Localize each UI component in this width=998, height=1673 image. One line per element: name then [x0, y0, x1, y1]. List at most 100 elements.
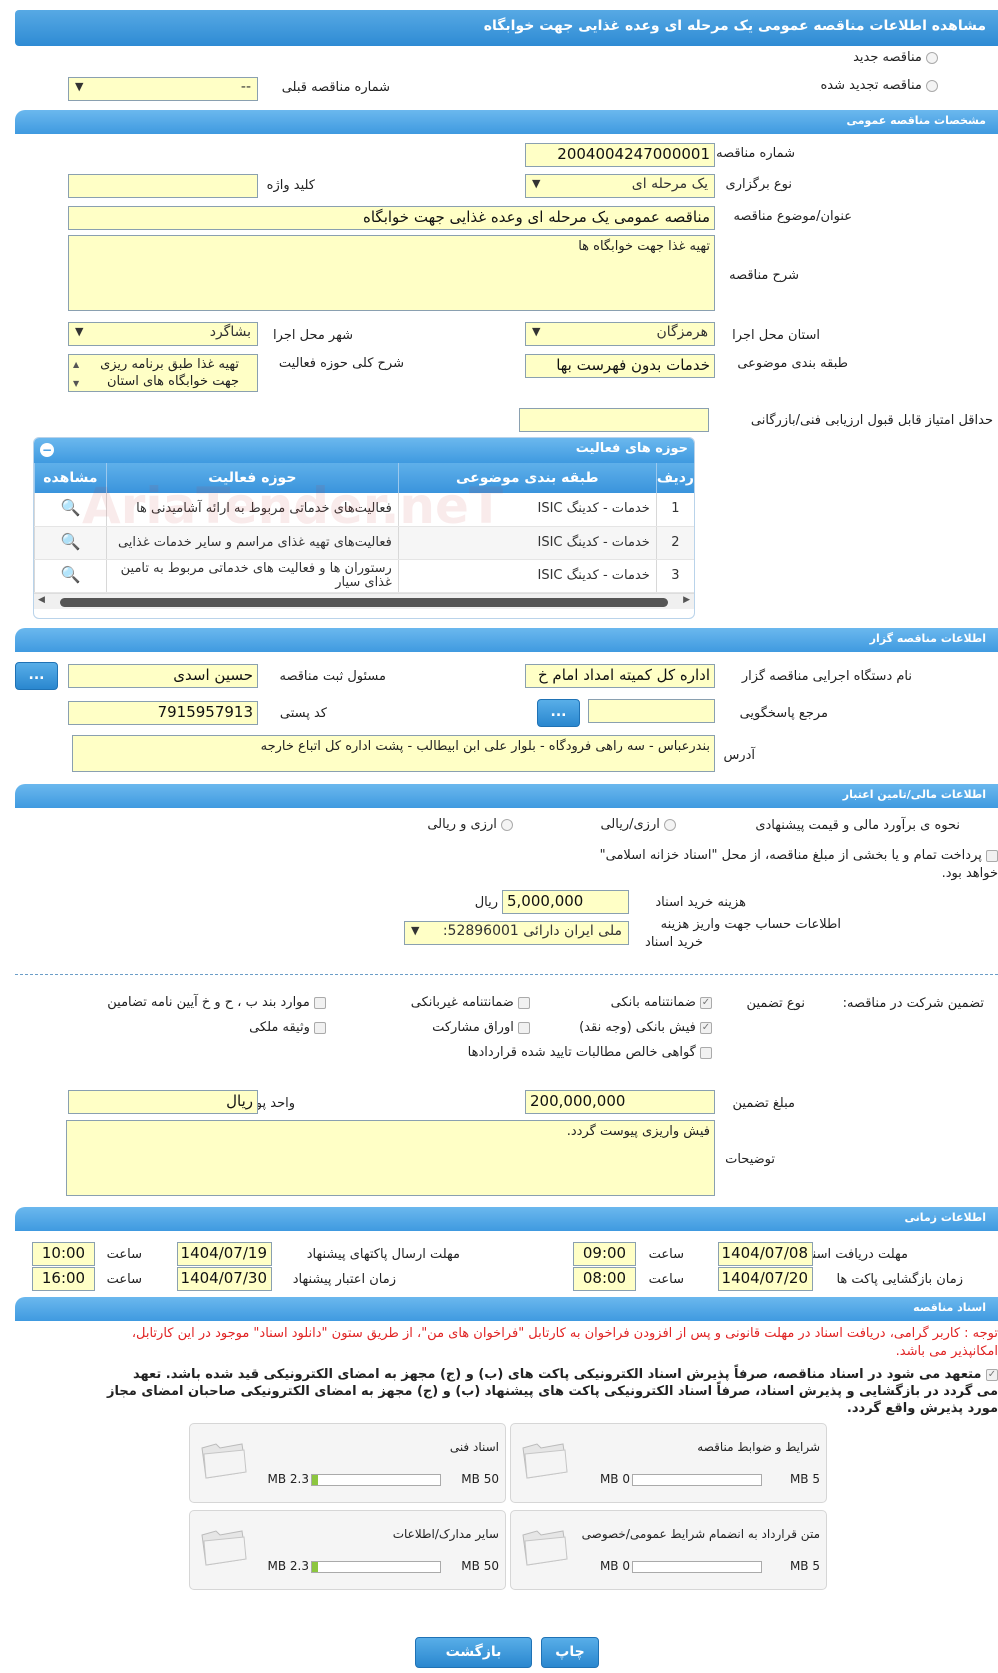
receive-time-field: 09:00 — [573, 1242, 636, 1266]
doc-used: 2.3 MB — [267, 1472, 309, 1486]
desc-textarea[interactable]: تهیه غذا جهت خوابگاه ها — [68, 235, 715, 311]
province-value: هرمزگان — [656, 324, 708, 340]
magnifier-icon[interactable]: 🔍 — [60, 565, 80, 584]
magnifier-icon[interactable]: 🔍 — [60, 498, 80, 517]
validity-date-field: 1404/07/30 — [177, 1267, 272, 1291]
validity-label: زمان اعتبار پیشنهاد — [292, 1272, 396, 1287]
doc-title: شرایط و ضوابط مناقصه — [697, 1440, 820, 1454]
doc-max: 5 MB — [789, 1472, 820, 1486]
keyword-label: کلید واژه — [266, 178, 315, 193]
commitment-checkbox[interactable]: ✓ — [986, 1368, 998, 1381]
subject-field: مناقصه عمومی یک مرحله ای وعده غذایی جهت … — [68, 206, 715, 230]
doc-box[interactable]: سایر مدارک/اطلاعات 50 MB 2.3 MB — [189, 1510, 506, 1590]
new-tender-option[interactable]: مناقصه جدید — [853, 50, 938, 65]
cash-receipt-checkbox[interactable]: ✓ — [700, 1021, 712, 1034]
receivables-checkbox[interactable] — [700, 1046, 712, 1059]
receivables-label: گواهی خالص مطالبات تایید شده قراردادها — [467, 1045, 696, 1060]
bonds-label: اوراق مشارکت — [432, 1020, 514, 1035]
bank-guarantee-option[interactable]: ✓ ضمانتنامه بانکی — [611, 995, 712, 1010]
nonbank-guarantee-checkbox[interactable] — [518, 996, 530, 1009]
view-cell[interactable]: 🔍 — [34, 559, 107, 593]
type-label: نوع برگزاری — [725, 177, 792, 192]
address-textarea[interactable]: بندرعباس - سه راهی فرودگاه - بلوار علی ا… — [72, 735, 715, 772]
renewed-tender-radio[interactable] — [926, 79, 938, 92]
activity-desc-list[interactable]: تهیه غذا طبق برنامه ریزی جهت خوابگاه های… — [68, 354, 258, 392]
doc-title: متن قرارداد به انضمام شرایط عمومی/خصوصی — [581, 1527, 820, 1541]
collapse-icon[interactable]: − — [40, 443, 54, 457]
ref-lookup-button[interactable]: ... — [537, 699, 580, 727]
clauses-option[interactable]: موارد بند ب ، ح و خ آیین نامه تضامین — [107, 995, 326, 1010]
divider — [15, 974, 998, 975]
property-checkbox[interactable] — [314, 1021, 326, 1034]
receive-date-field: 1404/07/08 — [718, 1242, 813, 1266]
nonbank-guarantee-label: ضمانتنامه غیربانکی — [410, 995, 514, 1010]
activities-panel: حوزه های فعالیت − AriaTender.neT ردیف طب… — [33, 437, 695, 619]
opt-rial[interactable]: ارزی/ریالی — [600, 817, 676, 832]
bonds-option[interactable]: اوراق مشارکت — [432, 1020, 530, 1035]
scroll-down-icon[interactable]: ▼ — [73, 375, 79, 391]
renewed-tender-option[interactable]: مناقصه تجدید شده — [820, 78, 938, 93]
doc-progress — [632, 1474, 762, 1486]
chevron-down-icon: ▼ — [75, 80, 84, 93]
city-select[interactable]: بشاگرد ▼ — [68, 322, 258, 346]
fx-radio[interactable] — [501, 818, 513, 831]
treasury-text: پرداخت تمام و یا بخشی از مبلغ مناقصه، از… — [599, 848, 982, 863]
resp-field: حسین اسدی — [68, 664, 258, 688]
opt-fx-label: ارزی و ریالی — [427, 817, 497, 832]
receivables-option[interactable]: گواهی خالص مطالبات تایید شده قراردادها — [468, 1045, 712, 1060]
activity-desc-line: تهیه غذا طبق برنامه ریزی — [100, 357, 239, 372]
doc-box[interactable]: شرایط و ضوابط مناقصه 5 MB 0 MB — [510, 1423, 827, 1503]
account-select[interactable]: ملی ایران دارائی 52896001: ▼ — [404, 921, 629, 945]
prev-tender-select[interactable]: -- ▼ — [68, 77, 258, 101]
scrollbar-thumb[interactable] — [60, 597, 668, 607]
keyword-field[interactable] — [68, 174, 258, 198]
send-date-field: 1404/07/19 — [177, 1242, 272, 1266]
rial-radio[interactable] — [664, 818, 676, 831]
row-category: خدمات - کدینگ ISIC — [397, 559, 657, 593]
type-value: یک مرحله ای — [631, 176, 708, 192]
commitment-text: ✓ متعهد می شود در اسناد مناقصه، صرفاً پذ… — [0, 1366, 998, 1417]
guarantee-type-label: نوع تضمین — [746, 996, 805, 1011]
clauses-checkbox[interactable] — [314, 996, 326, 1009]
treasury-checkbox[interactable] — [986, 849, 998, 862]
commitment-line-2: می گردد در بازگشایی و پذیرش اسناد، صرفاً… — [107, 1384, 998, 1399]
scroll-up-icon[interactable]: ▲ — [73, 356, 79, 373]
commitment-line: ✓ متعهد می شود در اسناد مناقصه، صرفاً پذ… — [0, 1366, 998, 1383]
type-select[interactable]: یک مرحله ای ▼ — [525, 174, 715, 198]
account-label-2: خرید اسناد — [645, 935, 703, 950]
doc-cost-unit: ریال — [474, 895, 498, 910]
treasury-option[interactable]: پرداخت تمام و یا بخشی از مبلغ مناقصه، از… — [600, 848, 998, 863]
doc-max: 50 MB — [461, 1472, 499, 1486]
section-header-documents: اسناد مناقصه — [15, 1297, 998, 1321]
ref-field[interactable] — [588, 699, 715, 723]
nonbank-guarantee-option[interactable]: ضمانتنامه غیربانکی — [411, 995, 530, 1010]
commitment-line-3: مورد پذیرش واقع گردد. — [846, 1401, 998, 1416]
opt-fx[interactable]: ارزی و ریالی — [427, 817, 513, 832]
print-button[interactable]: چاپ — [541, 1637, 599, 1668]
notes-label: توضیحات — [725, 1152, 775, 1167]
cash-receipt-option[interactable]: ✓ فیش بانکی (وجه نقد) — [579, 1020, 712, 1035]
page-title: مشاهده اطلاعات مناقصه عمومی یک مرحله ای … — [15, 10, 998, 46]
new-tender-radio[interactable] — [926, 51, 938, 64]
clauses-label: موارد بند ب ، ح و خ آیین نامه تضامین — [107, 995, 310, 1010]
postal-field: 7915957913 — [68, 701, 258, 725]
doc-box[interactable]: متن قرارداد به انضمام شرایط عمومی/خصوصی … — [510, 1510, 827, 1590]
resp-lookup-button[interactable]: ... — [15, 662, 58, 690]
scroll-left-icon[interactable]: ◀ — [38, 595, 45, 605]
magnifier-icon[interactable]: 🔍 — [60, 532, 80, 551]
province-select[interactable]: هرمزگان ▼ — [525, 322, 715, 346]
doc-cost-field: 5,000,000 — [502, 890, 629, 914]
back-button[interactable]: بازگشت — [415, 1637, 532, 1668]
doc-progress-fill — [312, 1562, 318, 1572]
horizontal-scrollbar[interactable]: ◀ ▶ — [34, 592, 694, 609]
doc-box[interactable]: اسناد فنی 50 MB 2.3 MB — [189, 1423, 506, 1503]
min-score-field[interactable] — [519, 408, 709, 432]
bank-guarantee-checkbox[interactable]: ✓ — [700, 996, 712, 1009]
section-header-timing: اطلاعات زمانی — [15, 1207, 998, 1231]
notes-textarea[interactable]: فیش واریزی پیوست گردد. — [66, 1120, 715, 1196]
row-no: 3 — [655, 559, 694, 593]
bonds-checkbox[interactable] — [518, 1021, 530, 1034]
activity-desc-line: جهت خوابگاه های استان — [106, 374, 239, 389]
scroll-right-icon[interactable]: ▶ — [683, 595, 690, 605]
property-option[interactable]: وثیقه ملکی — [249, 1020, 326, 1035]
